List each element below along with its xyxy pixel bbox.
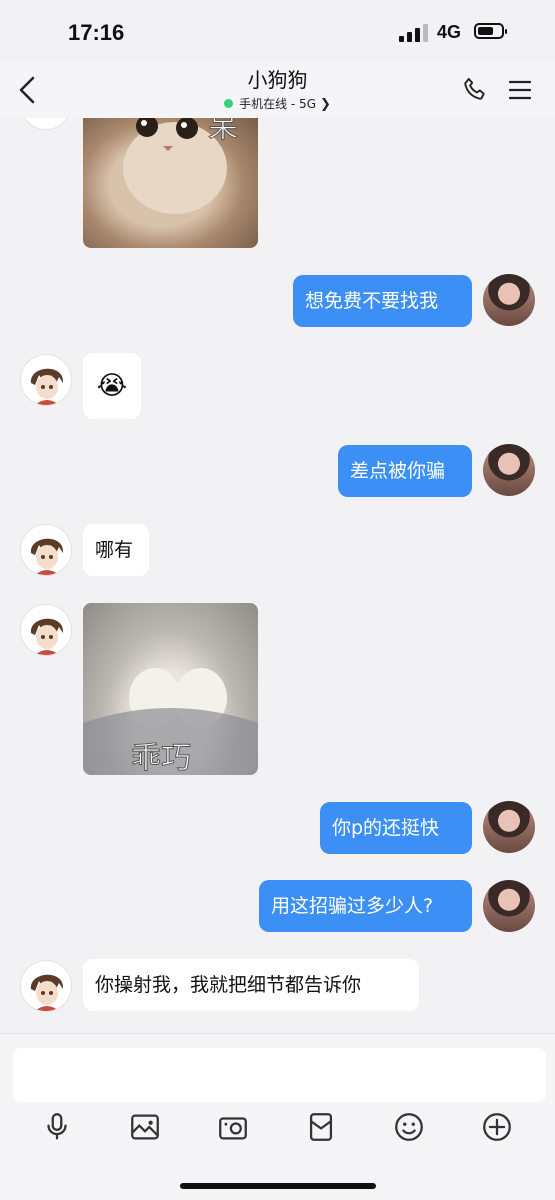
camera-button[interactable] bbox=[216, 1110, 250, 1144]
composer-bar bbox=[0, 1033, 555, 1200]
outgoing-message[interactable]: 差点被你骗 bbox=[338, 445, 472, 497]
my-avatar[interactable] bbox=[483, 801, 535, 853]
emoji-button[interactable] bbox=[392, 1110, 426, 1144]
outgoing-message[interactable]: 你p的还挺快 bbox=[320, 802, 472, 854]
status-bar: 17:16 4G bbox=[0, 0, 555, 62]
anime-boy-avatar-icon bbox=[30, 618, 64, 655]
my-avatar[interactable] bbox=[483, 274, 535, 326]
hamburger-menu-icon bbox=[508, 80, 532, 100]
phone-icon bbox=[464, 77, 485, 100]
contact-avatar[interactable] bbox=[20, 524, 72, 576]
online-dot-icon bbox=[224, 99, 234, 108]
outgoing-message[interactable]: 想免费不要找我 bbox=[293, 275, 472, 327]
outgoing-message[interactable]: 用这招骗过多少人? bbox=[259, 880, 472, 932]
incoming-message[interactable]: 😭 bbox=[83, 353, 141, 419]
signal-icon bbox=[399, 24, 429, 42]
clock: 17:16 bbox=[68, 20, 125, 45]
online-status-text: 手机在线 - 5G bbox=[239, 97, 316, 111]
incoming-message[interactable]: 哪有 bbox=[83, 524, 149, 576]
emoji-icon bbox=[395, 1113, 423, 1141]
voice-button[interactable] bbox=[40, 1110, 74, 1144]
my-avatar[interactable] bbox=[483, 444, 535, 496]
anime-boy-avatar-icon bbox=[30, 368, 64, 405]
microphone-icon bbox=[47, 1113, 67, 1140]
battery-icon bbox=[474, 23, 507, 39]
contact-avatar[interactable] bbox=[20, 118, 72, 130]
camera-icon bbox=[219, 1117, 247, 1140]
more-button[interactable] bbox=[480, 1110, 514, 1144]
contact-avatar[interactable] bbox=[20, 604, 72, 656]
sticker-message[interactable]: 乖巧 bbox=[83, 603, 258, 775]
message-input[interactable] bbox=[13, 1048, 546, 1102]
sticker-message[interactable]: 呆 bbox=[83, 118, 258, 248]
contact-avatar[interactable] bbox=[20, 960, 72, 1012]
menu-button[interactable] bbox=[508, 80, 532, 104]
photo-icon bbox=[131, 1114, 159, 1140]
photo-button[interactable] bbox=[128, 1110, 162, 1144]
sticker-caption: 乖巧 bbox=[131, 741, 192, 776]
home-indicator[interactable] bbox=[180, 1183, 376, 1189]
call-button[interactable] bbox=[461, 76, 489, 108]
network-type: 4G bbox=[437, 22, 462, 42]
incoming-message[interactable]: 你操射我，我就把细节都告诉你 bbox=[83, 959, 419, 1011]
sticker-caption: 呆 bbox=[208, 118, 239, 146]
red-packet-button[interactable] bbox=[304, 1110, 338, 1144]
plus-icon bbox=[483, 1113, 511, 1141]
contact-avatar[interactable] bbox=[20, 354, 72, 406]
chevron-right-icon: ❯ bbox=[320, 97, 331, 112]
message-list[interactable]: 呆 想免费不要找我 😭 差点被你骗 哪有 乖巧 你p的还挺快 用这招骗过多少人?… bbox=[0, 118, 555, 1033]
my-avatar[interactable] bbox=[483, 880, 535, 932]
anime-boy-avatar-icon bbox=[30, 974, 64, 1011]
red-packet-icon bbox=[309, 1113, 333, 1141]
anime-boy-avatar-icon bbox=[30, 538, 64, 575]
chat-header: 小狗狗 手机在线 - 5G ❯ bbox=[0, 62, 555, 118]
